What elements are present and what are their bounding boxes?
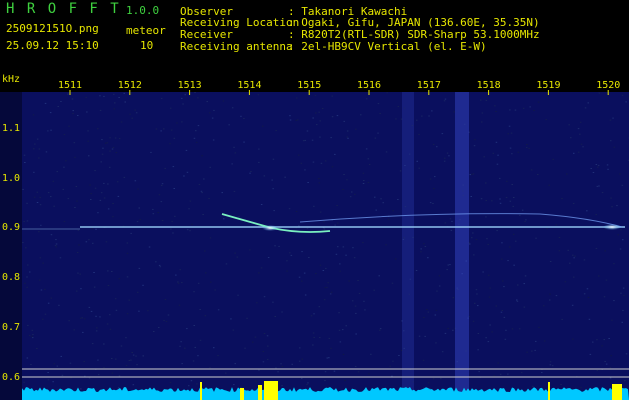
y-tick-label: 1.0 xyxy=(2,173,21,184)
detection-marker xyxy=(258,385,262,400)
spectrogram-background xyxy=(22,92,629,400)
detection-marker xyxy=(264,381,278,400)
interference-band xyxy=(455,92,469,400)
x-tick-label: 1518 xyxy=(476,80,501,91)
y-tick-label: 0.9 xyxy=(2,222,21,233)
y-tick-label: 0.7 xyxy=(2,322,21,333)
y-tick-label: 1.1 xyxy=(2,123,21,134)
x-tick-label: 1513 xyxy=(177,80,202,91)
echo-peak xyxy=(262,225,278,231)
x-tick-label: 1520 xyxy=(596,80,621,91)
x-tick-label: 1511 xyxy=(58,80,83,91)
y-tick-label: 0.8 xyxy=(2,272,21,283)
y-tick-label: 0.6 xyxy=(2,372,21,383)
x-tick-label: 1512 xyxy=(117,80,142,91)
detection-tick xyxy=(200,382,202,400)
detection-marker xyxy=(240,388,244,400)
spectrogram-plot xyxy=(0,90,629,400)
x-tick-label: 1516 xyxy=(357,80,382,91)
hroft-display: H R O F F T 1.0.0 250912151O.png meteor … xyxy=(0,0,629,400)
x-tick-label: 1517 xyxy=(416,80,441,91)
x-tick-label: 1519 xyxy=(536,80,561,91)
interference-band xyxy=(402,92,414,400)
detection-tick xyxy=(548,382,550,400)
y-axis-unit: kHz xyxy=(2,74,21,85)
y-axis-strip xyxy=(0,92,22,400)
x-tick-label: 1515 xyxy=(297,80,322,91)
x-tick-label: 1514 xyxy=(237,80,262,91)
detection-marker xyxy=(612,384,622,400)
echo-peak xyxy=(603,224,621,230)
